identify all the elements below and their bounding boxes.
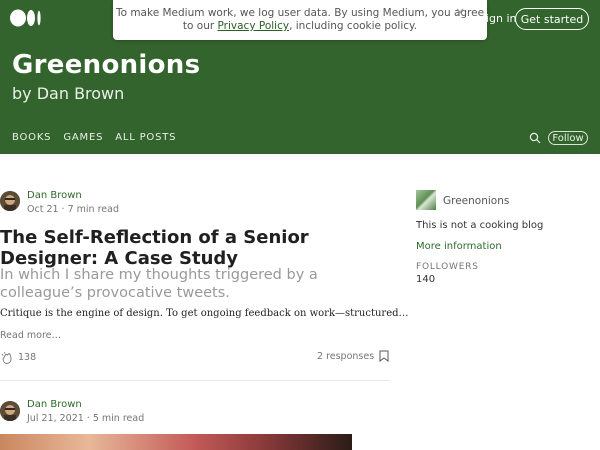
followers-label: FOLLOWERS xyxy=(416,262,479,272)
medium-logo-icon[interactable] xyxy=(10,9,42,27)
nav-item-all-posts[interactable]: ALL POSTS xyxy=(115,132,176,143)
nav-item-books[interactable]: BOOKS xyxy=(12,132,51,143)
avatar-image xyxy=(0,401,20,421)
bookmark-icon[interactable] xyxy=(379,350,389,362)
post-excerpt[interactable]: Critique is the engine of design. To get… xyxy=(0,308,409,319)
avatar[interactable] xyxy=(0,401,20,421)
privacy-policy-link[interactable]: Privacy Policy xyxy=(218,20,290,32)
post-meta: Jul 21, 2021 · 5 min read xyxy=(27,413,145,424)
close-icon[interactable]: × xyxy=(455,6,465,19)
sidebar-publication-name[interactable]: Greenonions xyxy=(443,195,509,207)
post-divider xyxy=(0,380,390,381)
more-information-link[interactable]: More information xyxy=(416,241,502,252)
cookie-banner: To make Medium work, we log user data. B… xyxy=(113,0,487,40)
follow-button[interactable]: Follow xyxy=(548,131,588,145)
author-name[interactable]: Dan Brown xyxy=(27,190,82,201)
author-name[interactable]: Dan Brown xyxy=(27,399,82,410)
sidebar-tagline: This is not a cooking blog xyxy=(416,220,544,231)
post-subtitle[interactable]: In which I share my thoughts triggered b… xyxy=(0,266,330,302)
get-started-button[interactable]: Get started xyxy=(515,8,589,30)
nav-item-games[interactable]: GAMES xyxy=(63,132,103,143)
read-more-link[interactable]: Read more… xyxy=(0,330,61,341)
clap-icon[interactable] xyxy=(0,351,14,365)
post-cover-image[interactable] xyxy=(0,434,352,450)
avatar[interactable] xyxy=(0,191,20,211)
search-icon[interactable] xyxy=(529,132,541,144)
clap-count: 138 xyxy=(18,352,37,363)
publication-logo[interactable] xyxy=(416,190,436,210)
page: Sign in Get started Greenonions by Dan B… xyxy=(0,0,600,450)
avatar-image xyxy=(0,191,20,211)
publication-nav: BOOKS GAMES ALL POSTS xyxy=(12,132,188,143)
post-meta: Oct 21 · 7 min read xyxy=(27,204,119,215)
responses-link[interactable]: 2 responses xyxy=(317,351,374,362)
cookie-text-end: , including cookie policy. xyxy=(289,20,418,32)
publication-title[interactable]: Greenonions xyxy=(12,50,200,80)
post-title[interactable]: The Self-Reflection of a Senior Designer… xyxy=(0,227,340,269)
publication-byline: by Dan Brown xyxy=(12,84,125,103)
followers-count: 140 xyxy=(416,274,436,285)
